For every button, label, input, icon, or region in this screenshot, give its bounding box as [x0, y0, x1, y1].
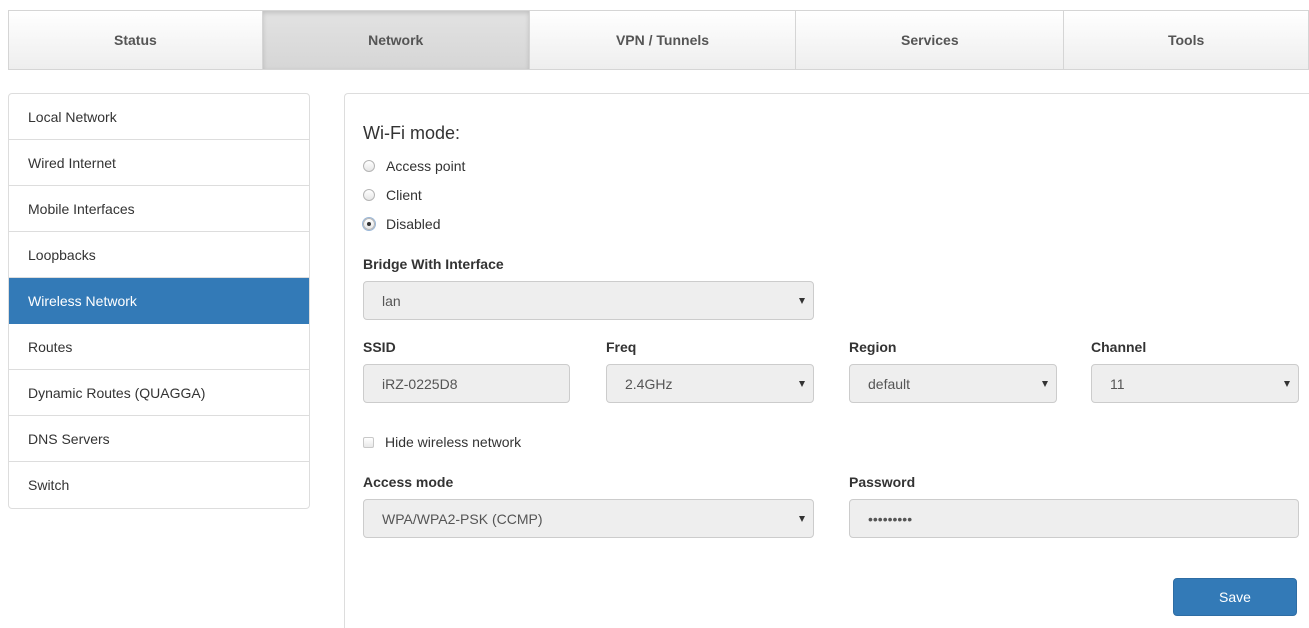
radio-client-label: Client: [386, 187, 422, 203]
sidebar-item-wireless-network[interactable]: Wireless Network: [9, 278, 309, 324]
sidebar: Local Network Wired Internet Mobile Inte…: [8, 93, 310, 509]
chevron-down-icon: [799, 380, 805, 387]
sidebar-item-local-network[interactable]: Local Network: [9, 94, 309, 140]
password-value: •••••••••: [868, 510, 913, 527]
channel-label: Channel: [1091, 339, 1147, 355]
sidebar-item-routes[interactable]: Routes: [9, 324, 309, 370]
freq-label: Freq: [606, 339, 637, 355]
access-mode-label: Access mode: [363, 474, 454, 490]
chevron-down-icon: [1284, 380, 1290, 387]
chevron-down-icon: [799, 515, 805, 522]
hide-network-checkbox[interactable]: [363, 436, 374, 448]
radio-access-point-label: Access point: [386, 158, 466, 174]
top-navigation: Status Network VPN / Tunnels Services To…: [8, 10, 1309, 70]
freq-select[interactable]: 2.4GHz: [606, 364, 814, 403]
radio-disabled[interactable]: [363, 218, 375, 230]
channel-select[interactable]: 11: [1091, 364, 1299, 403]
save-button[interactable]: Save: [1173, 578, 1297, 616]
sidebar-item-loopbacks[interactable]: Loopbacks: [9, 232, 309, 278]
radio-disabled-row[interactable]: Disabled: [363, 214, 440, 234]
ssid-value: iRZ-0225D8: [382, 375, 458, 392]
ssid-label: SSID: [363, 339, 396, 355]
radio-access-point[interactable]: [363, 160, 375, 172]
radio-client[interactable]: [363, 189, 375, 201]
sidebar-item-switch[interactable]: Switch: [9, 462, 309, 508]
password-label: Password: [849, 474, 916, 490]
tab-status[interactable]: Status: [9, 11, 263, 69]
radio-access-point-row[interactable]: Access point: [363, 156, 465, 176]
channel-value: 11: [1110, 375, 1125, 392]
tab-services[interactable]: Services: [796, 11, 1065, 69]
freq-value: 2.4GHz: [625, 375, 673, 392]
bridge-interface-select[interactable]: lan: [363, 281, 814, 320]
hide-network-row[interactable]: Hide wireless network: [363, 432, 521, 452]
region-select[interactable]: default: [849, 364, 1057, 403]
sidebar-item-mobile-interfaces[interactable]: Mobile Interfaces: [9, 186, 309, 232]
sidebar-item-dynamic-routes[interactable]: Dynamic Routes (QUAGGA): [9, 370, 309, 416]
tab-network[interactable]: Network: [262, 11, 530, 69]
tab-tools[interactable]: Tools: [1064, 11, 1309, 69]
sidebar-item-wired-internet[interactable]: Wired Internet: [9, 140, 309, 186]
access-mode-select[interactable]: WPA/WPA2-PSK (CCMP): [363, 499, 814, 538]
tab-vpn-tunnels[interactable]: VPN / Tunnels: [530, 11, 797, 69]
settings-panel: [344, 93, 1309, 628]
access-mode-value: WPA/WPA2-PSK (CCMP): [382, 510, 543, 527]
region-value: default: [868, 375, 911, 392]
password-input[interactable]: •••••••••: [849, 499, 1299, 538]
hide-network-label: Hide wireless network: [385, 434, 522, 450]
radio-disabled-label: Disabled: [386, 216, 441, 232]
sidebar-item-dns-servers[interactable]: DNS Servers: [9, 416, 309, 462]
radio-client-row[interactable]: Client: [363, 185, 422, 205]
region-label: Region: [849, 339, 897, 355]
bridge-interface-value: lan: [382, 292, 401, 309]
chevron-down-icon: [799, 297, 805, 304]
wifi-mode-title: Wi-Fi mode:: [363, 123, 461, 143]
ssid-input[interactable]: iRZ-0225D8: [363, 364, 570, 403]
chevron-down-icon: [1042, 380, 1048, 387]
bridge-interface-label: Bridge With Interface: [363, 256, 504, 272]
